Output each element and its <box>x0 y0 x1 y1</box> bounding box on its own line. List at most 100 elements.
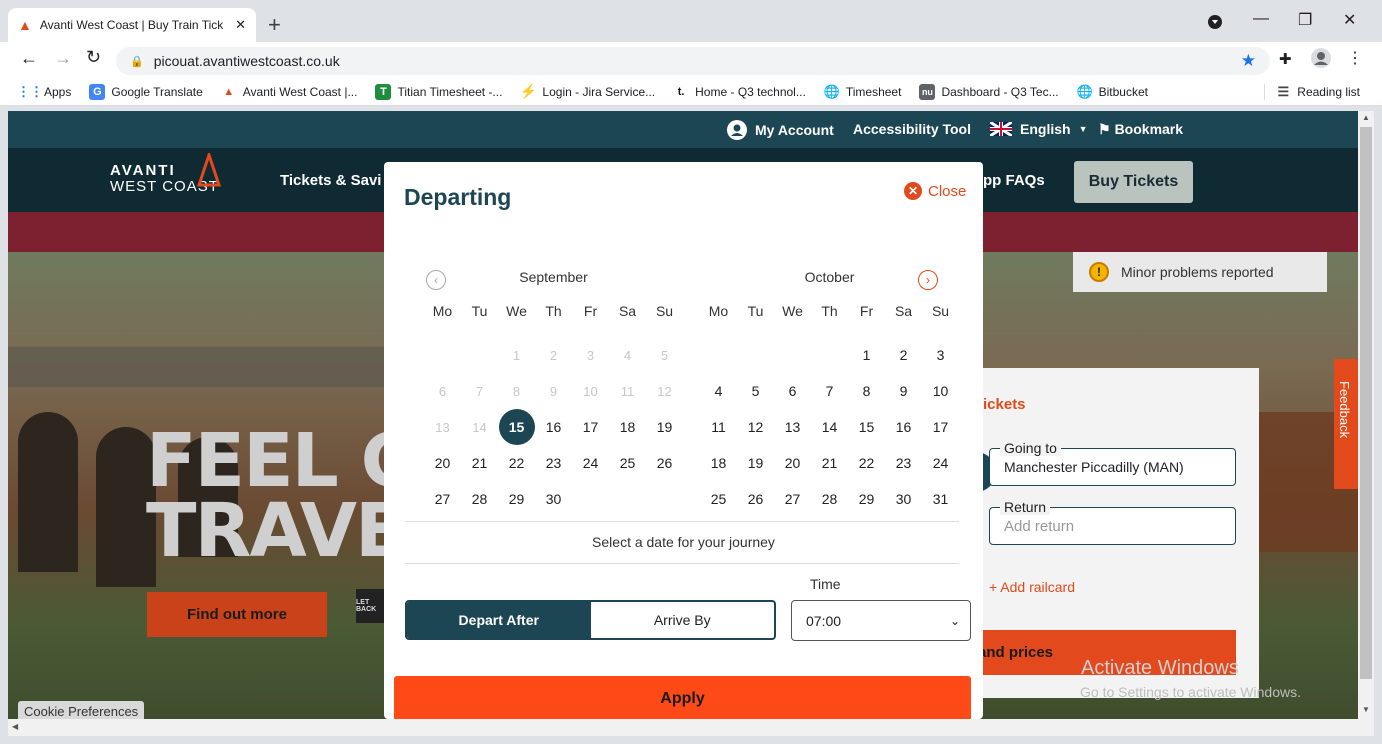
calendar-day[interactable]: 7 <box>811 373 848 409</box>
weekday-header: Fr <box>859 303 874 319</box>
scroll-down-icon[interactable]: ▼ <box>1362 705 1370 714</box>
calendar-day[interactable]: 30 <box>535 481 572 517</box>
calendar-day[interactable]: 16 <box>885 409 922 445</box>
calendar-day[interactable]: 27 <box>774 481 811 517</box>
close-button[interactable]: ✕ Close <box>904 182 966 200</box>
uk-flag-icon <box>990 122 1012 136</box>
calendar-day[interactable]: 24 <box>922 445 959 481</box>
calendar-day: 5 <box>660 347 669 363</box>
calendar-day[interactable]: 1 <box>848 337 885 373</box>
scrollbar-thumb[interactable] <box>1360 127 1372 679</box>
depart-after-option[interactable]: Depart After <box>407 602 591 638</box>
bookmark-star-icon[interactable]: ★ <box>1241 51 1256 71</box>
service-status-notice[interactable]: ! Minor problems reported <box>1073 252 1327 292</box>
close-window-icon[interactable]: ✕ <box>1343 10 1356 30</box>
calendar-day[interactable]: 2 <box>885 337 922 373</box>
calendar-day[interactable]: 21 <box>461 445 498 481</box>
nav-app-faqs[interactable]: pp FAQs <box>983 172 1045 189</box>
return-field[interactable]: Return Add return <box>989 499 1236 545</box>
scroll-left-icon[interactable]: ◀ <box>12 722 18 731</box>
calendar-day[interactable]: 4 <box>700 373 737 409</box>
horizontal-scrollbar[interactable]: ◀ <box>8 719 1374 736</box>
bookmark-dashboard[interactable]: nu Dashboard - Q3 Tec... <box>919 83 1059 100</box>
calendar-day[interactable]: 19 <box>737 445 774 481</box>
calendar-day[interactable]: 29 <box>848 481 885 517</box>
time-select[interactable]: 07:00 ⌄ <box>791 600 971 641</box>
calendar-day[interactable]: 10 <box>922 373 959 409</box>
cookie-preferences-button[interactable]: Cookie Preferences <box>18 701 145 719</box>
bookmark-google-translate[interactable]: G Google Translate <box>89 83 203 100</box>
close-tab-icon[interactable]: ✕ <box>235 17 246 33</box>
new-tab-button[interactable]: + <box>268 12 281 38</box>
minimize-icon[interactable]: — <box>1253 10 1269 28</box>
calendar-day[interactable]: 29 <box>498 481 535 517</box>
calendar-day[interactable]: 17 <box>572 409 609 445</box>
feedback-tab[interactable]: Feedback <box>1334 359 1358 489</box>
bookmark-link[interactable]: ⚑ Bookmark <box>1098 121 1183 138</box>
calendar-day[interactable]: 20 <box>424 445 461 481</box>
extensions-icon[interactable]: ✚ <box>1279 50 1292 68</box>
calendar-day-selected[interactable]: 15 <box>498 409 535 445</box>
calendar-day[interactable]: 11 <box>700 409 737 445</box>
vertical-scrollbar[interactable]: ▲ ▼ <box>1358 111 1374 719</box>
calendar-day[interactable]: 28 <box>461 481 498 517</box>
going-to-field[interactable]: Going to Manchester Piccadilly (MAN) <box>989 440 1236 486</box>
buy-tickets-button[interactable]: Buy Tickets <box>1074 161 1193 203</box>
calendar-day[interactable]: 21 <box>811 445 848 481</box>
browser-tab[interactable]: ▲ Avanti West Coast | Buy Train Tick ✕ <box>8 8 256 42</box>
bookmark-q3-home[interactable]: t. Home - Q3 technol... <box>673 84 806 100</box>
accessibility-tool-link[interactable]: Accessibility Tool <box>853 121 971 137</box>
reload-icon[interactable]: ↻ <box>86 47 101 68</box>
menu-kebab-icon[interactable]: ⋮ <box>1347 48 1363 68</box>
calendar-day[interactable]: 23 <box>535 445 572 481</box>
calendar-day[interactable]: 25 <box>700 481 737 517</box>
bookmark-bitbucket[interactable]: 🌐 Bitbucket <box>1077 84 1148 100</box>
apply-button[interactable]: Apply <box>394 676 971 721</box>
calendar-day[interactable]: 12 <box>737 409 774 445</box>
bookmark-avanti[interactable]: ▲ Avanti West Coast |... <box>221 84 357 100</box>
reading-list[interactable]: ☰ Reading list <box>1264 83 1360 100</box>
calendar-day[interactable]: 16 <box>535 409 572 445</box>
calendar-day[interactable]: 19 <box>646 409 683 445</box>
calendar-day[interactable]: 28 <box>811 481 848 517</box>
calendar-day[interactable]: 26 <box>737 481 774 517</box>
calendar-day[interactable]: 15 <box>848 409 885 445</box>
bookmark-apps[interactable]: ⋮⋮ Apps <box>17 84 71 100</box>
calendar-day[interactable]: 22 <box>848 445 885 481</box>
calendar-day[interactable]: 25 <box>609 445 646 481</box>
nav-tickets-savings[interactable]: Tickets & Savi <box>280 172 381 189</box>
calendar-day[interactable]: 18 <box>700 445 737 481</box>
add-railcard-link[interactable]: + Add railcard <box>989 579 1075 595</box>
scroll-up-icon[interactable]: ▲ <box>1362 113 1370 122</box>
forward-icon[interactable]: → <box>54 48 72 69</box>
bookmark-titian[interactable]: T Titian Timesheet -... <box>375 83 502 100</box>
calendar-day[interactable]: 5 <box>737 373 774 409</box>
find-out-more-button[interactable]: Find out more <box>147 592 327 637</box>
arrive-by-option[interactable]: Arrive By <box>591 602 775 638</box>
bookmark-jira[interactable]: ⚡ Login - Jira Service... <box>520 83 655 100</box>
calendar-day[interactable]: 23 <box>885 445 922 481</box>
calendar-day[interactable]: 26 <box>646 445 683 481</box>
back-icon[interactable]: ← <box>20 48 38 69</box>
address-bar[interactable]: 🔒 picouat.avantiwestcoast.co.uk ★ <box>116 47 1270 75</box>
calendar-day[interactable]: 31 <box>922 481 959 517</box>
profile-avatar-icon[interactable] <box>1311 48 1331 71</box>
calendar-day[interactable]: 13 <box>774 409 811 445</box>
restore-icon[interactable]: ❐ <box>1298 10 1312 30</box>
calendar-day[interactable]: 14 <box>811 409 848 445</box>
language-selector[interactable]: English ▼ <box>990 121 1087 137</box>
profile-menu-icon[interactable] <box>1207 14 1223 35</box>
my-account-link[interactable]: My Account <box>727 120 834 140</box>
calendar-day[interactable]: 18 <box>609 409 646 445</box>
calendar-day[interactable]: 9 <box>885 373 922 409</box>
calendar-day[interactable]: 24 <box>572 445 609 481</box>
calendar-day[interactable]: 30 <box>885 481 922 517</box>
calendar-day[interactable]: 6 <box>774 373 811 409</box>
calendar-day[interactable]: 22 <box>498 445 535 481</box>
calendar-day[interactable]: 3 <box>922 337 959 373</box>
calendar-day[interactable]: 17 <box>922 409 959 445</box>
calendar-day[interactable]: 20 <box>774 445 811 481</box>
calendar-day[interactable]: 8 <box>848 373 885 409</box>
bookmark-timesheet[interactable]: 🌐 Timesheet <box>824 84 902 100</box>
calendar-day[interactable]: 27 <box>424 481 461 517</box>
